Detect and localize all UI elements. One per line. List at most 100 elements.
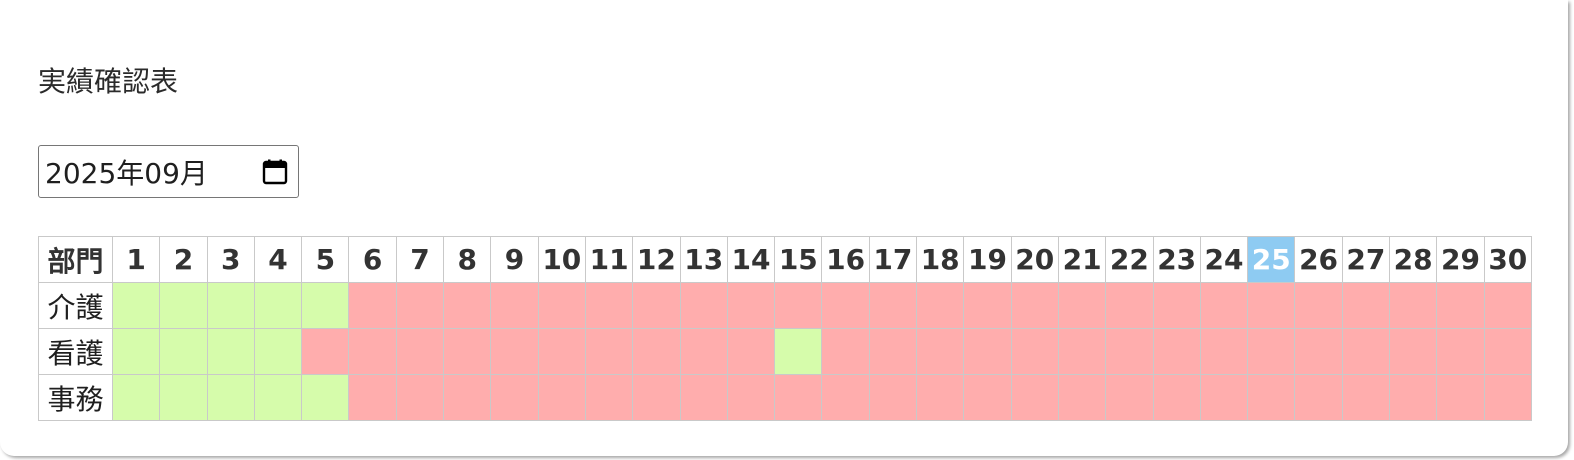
status-cell[interactable] bbox=[1105, 374, 1154, 421]
status-cell[interactable] bbox=[490, 282, 539, 329]
status-cell[interactable] bbox=[348, 282, 397, 329]
status-cell[interactable] bbox=[111, 282, 161, 329]
status-cell[interactable] bbox=[916, 328, 965, 375]
status-cell[interactable] bbox=[1152, 328, 1201, 375]
status-cell[interactable] bbox=[159, 282, 208, 329]
status-cell[interactable] bbox=[821, 282, 870, 329]
status-cell[interactable] bbox=[1247, 374, 1296, 421]
status-cell[interactable] bbox=[537, 282, 586, 329]
status-cell[interactable] bbox=[1436, 282, 1485, 329]
status-cell[interactable] bbox=[1152, 282, 1201, 329]
status-cell[interactable] bbox=[679, 374, 728, 421]
month-input[interactable]: 2025年09月 bbox=[38, 145, 299, 198]
status-cell[interactable] bbox=[963, 374, 1012, 421]
status-cell[interactable] bbox=[348, 374, 397, 421]
day-header-3: 3 bbox=[206, 236, 255, 283]
status-cell[interactable] bbox=[348, 328, 397, 375]
status-cell[interactable] bbox=[301, 282, 350, 329]
status-cell[interactable] bbox=[1057, 328, 1107, 375]
status-cell[interactable] bbox=[443, 282, 492, 329]
status-cell[interactable] bbox=[821, 328, 870, 375]
status-cell[interactable] bbox=[395, 374, 445, 421]
status-cell[interactable] bbox=[916, 374, 965, 421]
status-cell[interactable] bbox=[1341, 328, 1391, 375]
status-cell[interactable] bbox=[679, 328, 728, 375]
status-cell[interactable] bbox=[206, 282, 255, 329]
status-cell[interactable] bbox=[1436, 328, 1485, 375]
status-cell[interactable] bbox=[868, 374, 918, 421]
status-cell[interactable] bbox=[111, 374, 161, 421]
status-cell[interactable] bbox=[395, 328, 445, 375]
status-cell[interactable] bbox=[1057, 282, 1107, 329]
day-header-11: 11 bbox=[584, 236, 634, 283]
status-cell[interactable] bbox=[443, 374, 492, 421]
status-cell[interactable] bbox=[1483, 282, 1533, 329]
status-cell[interactable] bbox=[1247, 328, 1296, 375]
status-cell[interactable] bbox=[1010, 374, 1059, 421]
status-cell[interactable] bbox=[395, 282, 445, 329]
status-cell[interactable] bbox=[1057, 374, 1107, 421]
status-cell[interactable] bbox=[1199, 328, 1249, 375]
status-cell[interactable] bbox=[1010, 328, 1059, 375]
status-cell[interactable] bbox=[253, 374, 303, 421]
status-cell[interactable] bbox=[1199, 374, 1249, 421]
status-cell[interactable] bbox=[1010, 282, 1059, 329]
status-cell[interactable] bbox=[726, 282, 776, 329]
status-cell[interactable] bbox=[301, 328, 350, 375]
status-cell[interactable] bbox=[584, 282, 634, 329]
status-cell[interactable] bbox=[584, 328, 634, 375]
status-cell[interactable] bbox=[301, 374, 350, 421]
status-cell[interactable] bbox=[963, 328, 1012, 375]
status-cell[interactable] bbox=[1436, 374, 1485, 421]
status-cell[interactable] bbox=[632, 328, 681, 375]
status-cell[interactable] bbox=[868, 328, 918, 375]
status-cell[interactable] bbox=[1105, 282, 1154, 329]
status-cell[interactable] bbox=[1389, 282, 1438, 329]
status-cell[interactable] bbox=[443, 328, 492, 375]
status-cell[interactable] bbox=[1199, 282, 1249, 329]
status-cell[interactable] bbox=[159, 328, 208, 375]
status-cell[interactable] bbox=[1389, 374, 1438, 421]
status-cell[interactable] bbox=[774, 374, 823, 421]
day-header-16: 16 bbox=[821, 236, 870, 283]
status-cell[interactable] bbox=[868, 282, 918, 329]
status-cell[interactable] bbox=[632, 282, 681, 329]
status-cell[interactable] bbox=[1294, 374, 1343, 421]
status-cell[interactable] bbox=[774, 282, 823, 329]
status-cell[interactable] bbox=[1389, 328, 1438, 375]
status-cell[interactable] bbox=[206, 328, 255, 375]
status-cell[interactable] bbox=[253, 328, 303, 375]
status-cell[interactable] bbox=[1483, 374, 1533, 421]
day-header-17: 17 bbox=[868, 236, 918, 283]
status-cell[interactable] bbox=[159, 374, 208, 421]
status-cell[interactable] bbox=[726, 328, 776, 375]
status-cell[interactable] bbox=[821, 374, 870, 421]
status-cell[interactable] bbox=[1294, 328, 1343, 375]
day-header-9: 9 bbox=[490, 236, 539, 283]
calendar-icon[interactable] bbox=[262, 159, 288, 185]
status-cell[interactable] bbox=[253, 282, 303, 329]
status-cell[interactable] bbox=[1152, 374, 1201, 421]
status-cell[interactable] bbox=[206, 374, 255, 421]
status-cell[interactable] bbox=[584, 374, 634, 421]
status-cell[interactable] bbox=[1483, 328, 1533, 375]
status-cell[interactable] bbox=[537, 328, 586, 375]
status-cell[interactable] bbox=[1247, 282, 1296, 329]
status-cell[interactable] bbox=[1341, 374, 1391, 421]
status-cell[interactable] bbox=[1341, 282, 1391, 329]
dept-label: 事務 bbox=[38, 374, 113, 421]
status-cell[interactable] bbox=[632, 374, 681, 421]
table-row: 看護 bbox=[38, 328, 1533, 375]
status-cell[interactable] bbox=[726, 374, 776, 421]
status-cell[interactable] bbox=[679, 282, 728, 329]
status-cell[interactable] bbox=[963, 282, 1012, 329]
status-cell[interactable] bbox=[1105, 328, 1154, 375]
status-cell[interactable] bbox=[1294, 282, 1343, 329]
status-cell[interactable] bbox=[490, 374, 539, 421]
status-cell[interactable] bbox=[774, 328, 823, 375]
status-cell[interactable] bbox=[490, 328, 539, 375]
status-cell[interactable] bbox=[111, 328, 161, 375]
month-input-value[interactable]: 2025年09月 bbox=[45, 152, 262, 192]
status-cell[interactable] bbox=[537, 374, 586, 421]
status-cell[interactable] bbox=[916, 282, 965, 329]
